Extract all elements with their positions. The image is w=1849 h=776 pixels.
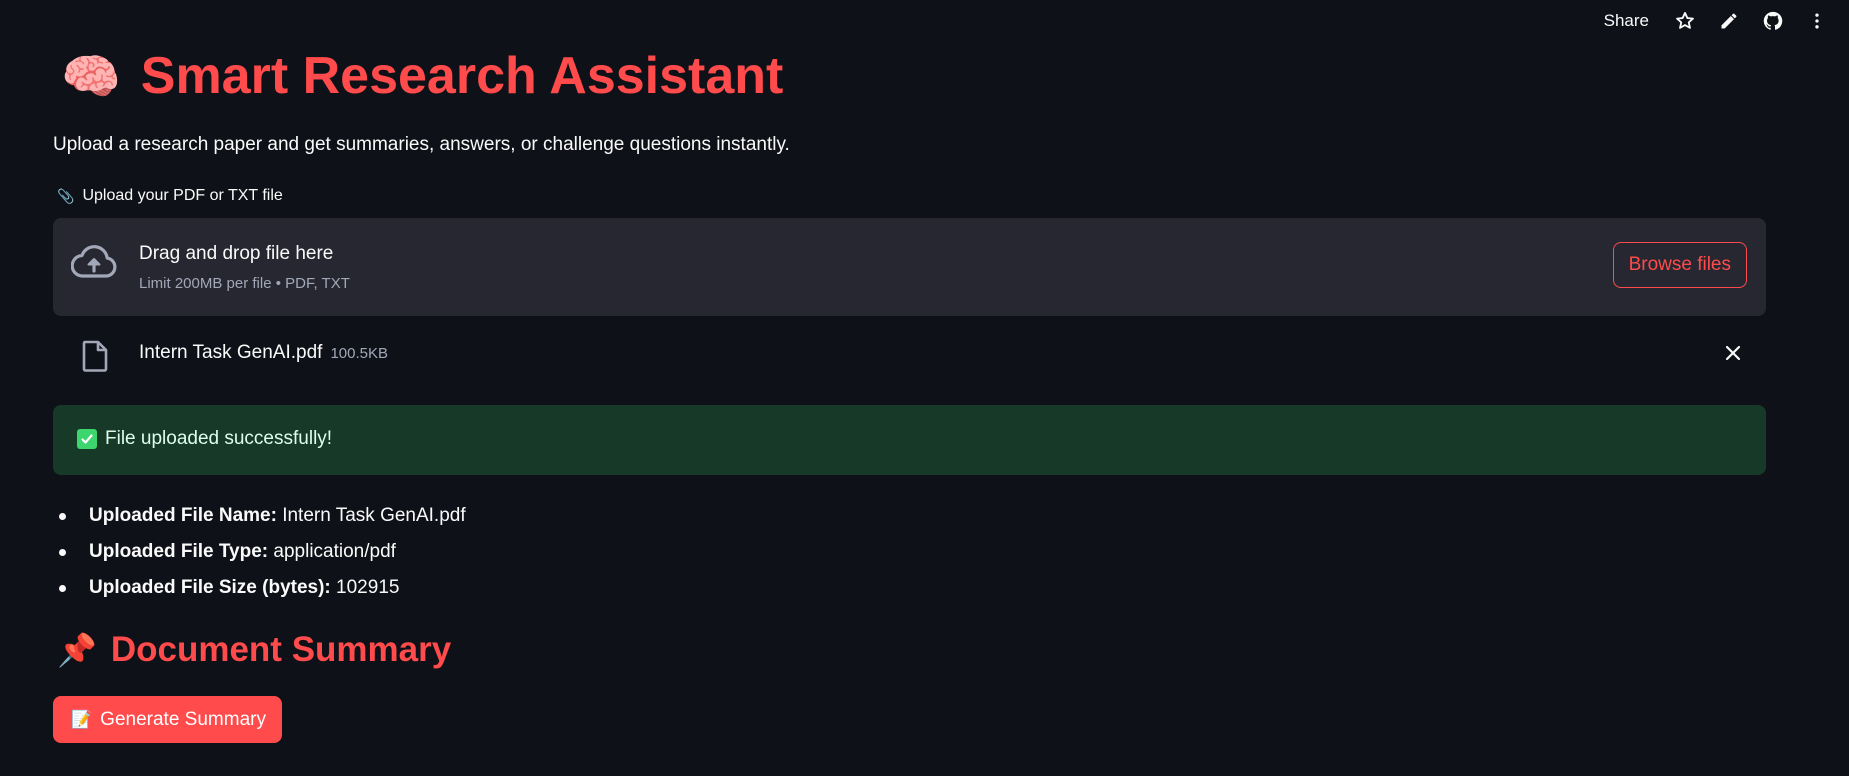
file-icon <box>81 340 109 377</box>
list-item: Uploaded File Size (bytes): 102915 <box>59 570 466 606</box>
browse-files-button[interactable]: Browse files <box>1612 242 1747 288</box>
check-box-icon <box>77 429 97 449</box>
dropzone-instructions: Drag and drop file here <box>139 243 334 264</box>
info-label: Uploaded File Name: <box>89 505 277 526</box>
list-item: Uploaded File Name: Intern Task GenAI.pd… <box>59 498 466 534</box>
info-value: 102915 <box>336 577 400 598</box>
cloud-upload-icon <box>70 245 117 284</box>
success-alert: File uploaded successfully! <box>53 405 1766 475</box>
file-info-list: Uploaded File Name: Intern Task GenAI.pd… <box>53 498 466 606</box>
upload-label: 📎 Upload your PDF or TXT file <box>57 187 283 205</box>
pushpin-icon: 📌 <box>57 632 97 668</box>
success-message: File uploaded successfully! <box>77 428 332 450</box>
summary-heading: 📌 Document Summary <box>57 630 451 670</box>
file-size: 100.5KB <box>330 345 388 362</box>
paperclip-icon: 📎 <box>57 187 75 204</box>
success-message-text: File uploaded successfully! <box>105 428 333 449</box>
page-title: 🧠 Smart Research Assistant <box>61 46 783 106</box>
info-label: Uploaded File Size (bytes): <box>89 577 331 598</box>
list-item: Uploaded File Type: application/pdf <box>59 534 466 570</box>
summary-heading-text: Document Summary <box>110 630 452 669</box>
more-vertical-icon[interactable] <box>1795 1 1839 41</box>
github-icon[interactable] <box>1751 1 1795 41</box>
file-name-text: Intern Task GenAI.pdf <box>139 342 323 363</box>
toolbar: Share <box>1590 0 1849 42</box>
file-dropzone[interactable]: Drag and drop file here Limit 200MB per … <box>53 218 1766 316</box>
uploaded-file-row: Intern Task GenAI.pdf 100.5KB <box>53 332 1766 378</box>
generate-summary-button[interactable]: 📝 Generate Summary <box>53 696 282 743</box>
star-icon[interactable] <box>1663 1 1707 41</box>
page-subtitle: Upload a research paper and get summarie… <box>53 134 790 155</box>
info-label: Uploaded File Type: <box>89 541 269 562</box>
uploaded-file-name: Intern Task GenAI.pdf 100.5KB <box>139 342 388 364</box>
share-button[interactable]: Share <box>1590 11 1663 31</box>
page-title-text: Smart Research Assistant <box>140 47 784 105</box>
close-icon[interactable] <box>1724 344 1742 367</box>
info-value: application/pdf <box>273 541 396 562</box>
dropzone-limit: Limit 200MB per file • PDF, TXT <box>139 275 350 292</box>
memo-icon: 📝 <box>71 709 93 729</box>
info-value: Intern Task GenAI.pdf <box>282 505 466 526</box>
upload-label-text: Upload your PDF or TXT file <box>82 187 283 204</box>
brain-icon: 🧠 <box>61 50 121 104</box>
edit-pencil-icon[interactable] <box>1707 1 1751 41</box>
generate-summary-label: Generate Summary <box>100 708 266 730</box>
